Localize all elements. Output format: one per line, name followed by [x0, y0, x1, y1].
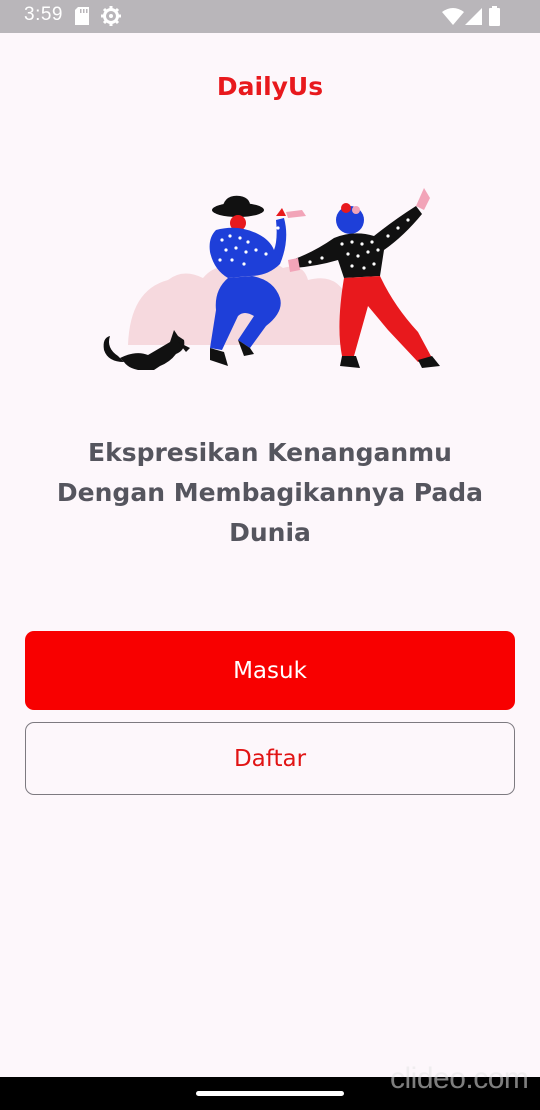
- wifi-icon: [442, 8, 464, 29]
- register-button[interactable]: Daftar: [25, 722, 515, 795]
- settings-gear-icon: [101, 6, 121, 30]
- tagline: Ekspresikan Kenanganmu Dengan Membagikan…: [30, 433, 510, 553]
- status-time: 3:59: [24, 4, 63, 25]
- signal-icon: [465, 8, 482, 29]
- login-button-label: Masuk: [233, 657, 307, 684]
- register-button-label: Daftar: [233, 745, 307, 772]
- tagline-line-3: Dunia: [229, 518, 311, 547]
- tagline-line-1: Ekspresikan Kenanganmu: [88, 438, 452, 467]
- app-title: DailyUs: [216, 72, 324, 101]
- battery-icon: [489, 6, 500, 30]
- tagline-line-2: Dengan Membagikannya Pada: [56, 478, 484, 507]
- status-bar: 3:59: [0, 0, 540, 33]
- watermark: clideo.com: [390, 1062, 529, 1095]
- sd-card-icon: [75, 7, 89, 29]
- login-button[interactable]: Masuk: [25, 631, 515, 710]
- dancing-couple-illustration: [98, 180, 444, 378]
- home-gesture-handle[interactable]: [196, 1091, 344, 1096]
